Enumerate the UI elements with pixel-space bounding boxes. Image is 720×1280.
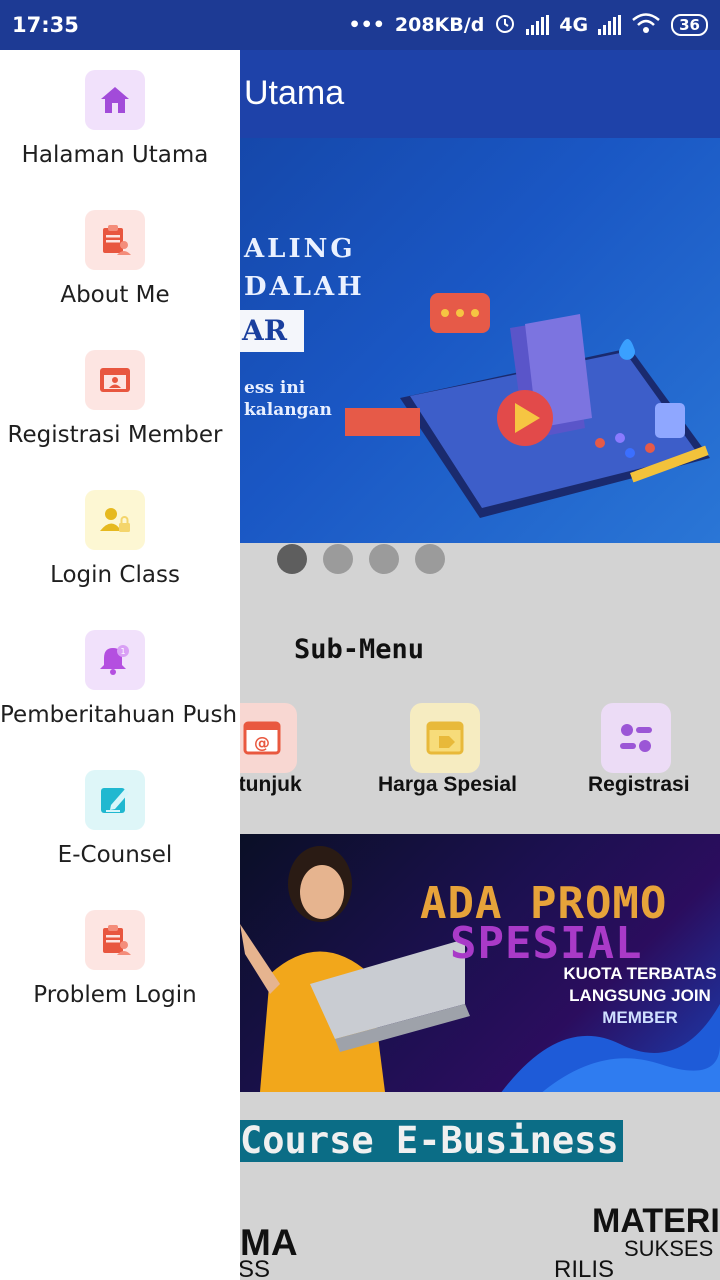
bottom-right-sub2: RILIS PRODUK bbox=[554, 1256, 615, 1280]
drawer-item-halaman-utama[interactable]: Halaman Utama bbox=[0, 50, 240, 190]
promo-title-line2: SPESIAL bbox=[450, 918, 643, 969]
at-sign-window-icon: @ bbox=[243, 721, 281, 755]
carousel-dot[interactable] bbox=[415, 544, 445, 574]
data-speed: 208KB/d bbox=[394, 14, 485, 36]
edit-note-icon bbox=[85, 770, 145, 830]
wifi-icon bbox=[631, 12, 661, 39]
promo-text-line3: MEMBER bbox=[602, 1008, 678, 1027]
hero-text-line4: ess ini bbox=[244, 378, 306, 398]
id-card-icon bbox=[85, 350, 145, 410]
submenu-label-harga-spesial[interactable]: Harga Spesial bbox=[378, 773, 517, 797]
status-bar: 17:35 ••• 208KB/d 4G 36 bbox=[0, 0, 720, 50]
network-type: 4G bbox=[559, 14, 589, 36]
svg-text:@: @ bbox=[254, 733, 270, 752]
user-lock-icon bbox=[85, 490, 145, 550]
signal-icon bbox=[526, 15, 550, 35]
promo-text-line1: KUOTA TERBATAS bbox=[563, 964, 717, 983]
clipboard-user-icon bbox=[85, 210, 145, 270]
notification-dots: ••• bbox=[348, 14, 385, 36]
carousel-dot[interactable] bbox=[277, 544, 307, 574]
drawer-item-login-class[interactable]: Login Class bbox=[0, 470, 240, 610]
drawer-item-problem-login[interactable]: Problem Login bbox=[0, 890, 240, 1030]
drawer-item-e-counsel[interactable]: E-Counsel bbox=[0, 750, 240, 890]
harga-spesial-button[interactable] bbox=[410, 703, 480, 773]
drawer-item-label: About Me bbox=[60, 282, 170, 308]
submenu-label-registrasi[interactable]: Registrasi bbox=[588, 773, 690, 797]
tag-window-icon bbox=[426, 721, 464, 755]
phone-illustration bbox=[345, 293, 710, 518]
status-time: 17:35 bbox=[12, 13, 79, 37]
bell-badge-icon: 1 bbox=[85, 630, 145, 690]
promo-banner[interactable]: ADA PROMO SPESIAL KUOTA TERBATAS LANGSUN… bbox=[240, 834, 720, 1092]
home-icon bbox=[85, 70, 145, 130]
carousel-dot[interactable] bbox=[323, 544, 353, 574]
woman-with-laptop-image bbox=[240, 846, 470, 1092]
drawer-item-label: Login Class bbox=[50, 562, 180, 588]
toggle-list-icon bbox=[620, 724, 652, 752]
registrasi-button[interactable] bbox=[601, 703, 671, 773]
bottom-left-subtitle: SS bbox=[238, 1256, 271, 1280]
app-bar-title: Utama bbox=[244, 74, 345, 112]
drawer-item-label: Pemberitahuan Push bbox=[0, 702, 238, 728]
battery-icon: 36 bbox=[671, 14, 708, 36]
drawer-item-registrasi-member[interactable]: Registrasi Member bbox=[0, 330, 240, 470]
drawer-item-label: E-Counsel bbox=[57, 842, 173, 868]
hero-text-line3: AR bbox=[240, 310, 304, 352]
submenu-title: Sub-Menu bbox=[294, 634, 425, 665]
drawer-item-label: Registrasi Member bbox=[7, 422, 223, 448]
svg-text:1: 1 bbox=[120, 647, 125, 656]
drawer-item-about-me[interactable]: About Me bbox=[0, 190, 240, 330]
course-heading: Course E-Business bbox=[236, 1120, 623, 1162]
signal-icon-2 bbox=[598, 15, 622, 35]
status-indicators: ••• 208KB/d 4G 36 bbox=[348, 12, 708, 39]
drawer-item-pemberitahuan-push[interactable]: 1 Pemberitahuan Push bbox=[0, 610, 240, 750]
drawer-item-label: Halaman Utama bbox=[21, 142, 209, 168]
clipboard-user-icon bbox=[85, 910, 145, 970]
navigation-drawer: Halaman Utama About Me Registrasi Member… bbox=[0, 50, 240, 1280]
carousel-dot[interactable] bbox=[369, 544, 399, 574]
carousel-indicator bbox=[277, 544, 445, 574]
hero-text-line5: kalangan bbox=[244, 400, 332, 420]
alarm-icon bbox=[494, 12, 516, 39]
hero-text-line1: ALING bbox=[244, 234, 356, 264]
drawer-item-label: Problem Login bbox=[33, 982, 197, 1008]
promo-text-line2: LANGSUNG JOIN bbox=[569, 986, 711, 1005]
